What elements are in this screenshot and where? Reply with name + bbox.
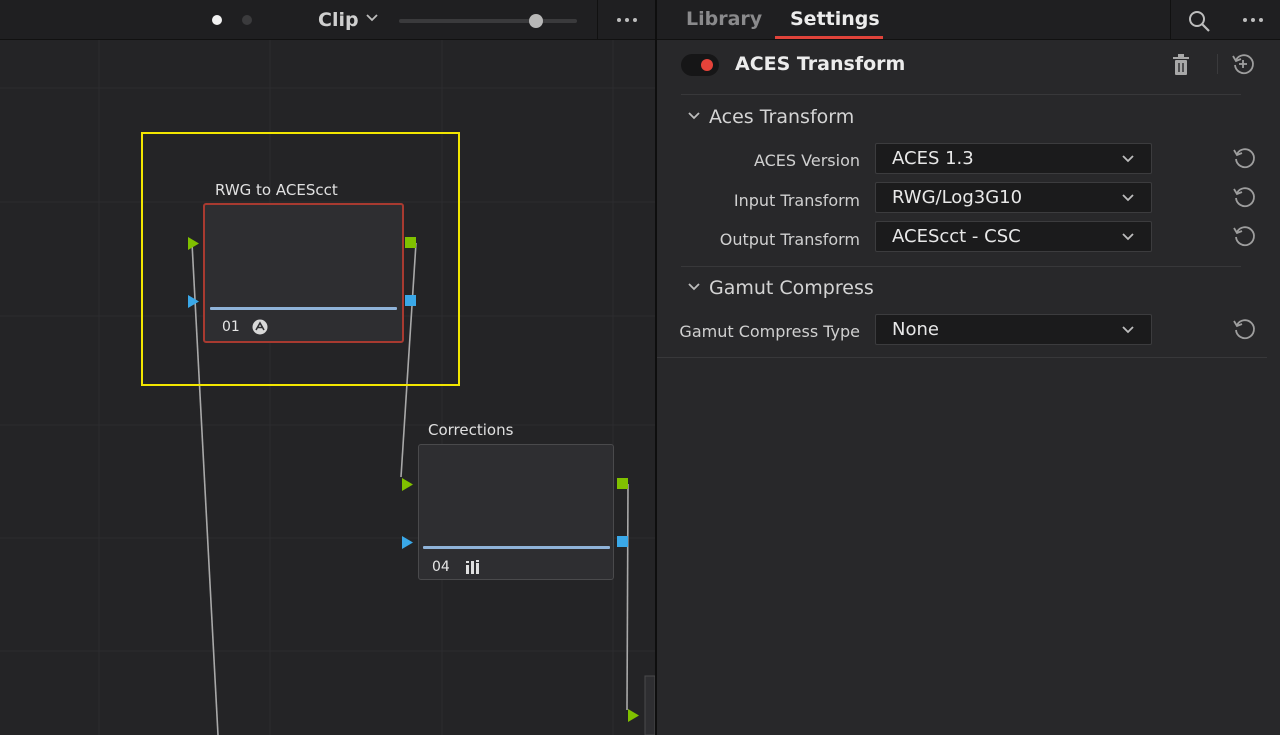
reset-all-icon[interactable] <box>1231 52 1255 76</box>
property-label: ACES Version <box>753 151 860 170</box>
chevron-down-icon <box>1122 155 1134 163</box>
divider <box>1217 54 1218 74</box>
effect-title: ACES Transform <box>735 53 906 75</box>
section-aces-transform[interactable]: Aces Transform <box>687 106 854 128</box>
input-transform-dropdown[interactable]: RWG/Log3G10 <box>875 182 1152 213</box>
section-title: Aces Transform <box>709 106 855 128</box>
more-dots-icon <box>611 11 643 29</box>
clip-mode-label[interactable]: Clip <box>318 9 359 31</box>
key-output-port <box>617 536 628 547</box>
reset-icon[interactable] <box>1232 224 1256 248</box>
reset-icon[interactable] <box>1232 185 1256 209</box>
effect-enable-toggle[interactable] <box>681 54 719 76</box>
node-04[interactable]: 04 <box>418 444 614 580</box>
bars-icon <box>466 560 479 574</box>
aces-logo-icon <box>252 319 268 335</box>
section-gamut-compress[interactable]: Gamut Compress <box>687 277 874 299</box>
rgb-output-port <box>617 478 628 489</box>
page-indicator-inactive[interactable] <box>242 15 252 25</box>
divider <box>1170 0 1171 40</box>
property-label: Output Transform <box>719 230 860 249</box>
dropdown-value: None <box>892 319 939 340</box>
tab-settings[interactable]: Settings <box>790 8 880 30</box>
node-editor[interactable]: Clip RWG to ACEScct 01 Corrections 04 <box>0 0 655 735</box>
gamut-compress-type-dropdown[interactable]: None <box>875 314 1152 345</box>
connection-line <box>626 483 629 711</box>
divider <box>657 357 1267 358</box>
section-title: Gamut Compress <box>709 277 874 299</box>
divider <box>681 94 1241 95</box>
node-number: 04 <box>432 559 450 575</box>
zoom-slider-handle[interactable] <box>529 14 544 28</box>
chevron-down-icon <box>1122 194 1134 202</box>
trash-icon[interactable] <box>1171 54 1191 76</box>
active-tab-indicator <box>775 36 883 39</box>
chevron-down-icon <box>1122 326 1134 334</box>
aces-version-dropdown[interactable]: ACES 1.3 <box>875 143 1152 174</box>
property-label: Input Transform <box>733 191 860 210</box>
node-number: 01 <box>222 319 240 335</box>
page-indicator-active[interactable] <box>212 15 222 25</box>
divider <box>681 266 1241 267</box>
more-dots-icon <box>1237 11 1269 29</box>
toggle-indicator <box>701 59 713 71</box>
dropdown-value: ACES 1.3 <box>892 148 974 169</box>
tab-library[interactable]: Library <box>686 8 762 30</box>
divider <box>597 0 598 40</box>
reset-icon[interactable] <box>1232 317 1256 341</box>
chevron-down-icon <box>688 283 700 291</box>
zoom-slider[interactable] <box>399 14 577 28</box>
node-01[interactable]: 01 <box>203 203 404 343</box>
offscreen-node-edge <box>644 675 655 735</box>
dropdown-value: RWG/Log3G10 <box>892 187 1023 208</box>
inspector-panel: Library Settings ACES Transform Aces Tra… <box>655 0 1280 735</box>
search-icon[interactable] <box>1187 9 1211 33</box>
output-transform-dropdown[interactable]: ACEScct - CSC <box>875 221 1152 252</box>
node-toolbar: Clip <box>0 0 655 40</box>
dropdown-value: ACEScct - CSC <box>892 226 1021 247</box>
node-progress-bar <box>423 546 610 549</box>
chevron-down-icon <box>688 112 700 120</box>
panel-header: Library Settings <box>657 0 1280 40</box>
panel-options-button[interactable] <box>1237 11 1269 29</box>
reset-icon[interactable] <box>1232 146 1256 170</box>
chevron-down-icon[interactable] <box>365 13 379 23</box>
more-options-button[interactable] <box>611 11 643 29</box>
rgb-input-port <box>628 709 639 722</box>
node-label: Corrections <box>428 421 514 439</box>
node-label: RWG to ACEScct <box>215 181 338 199</box>
node-progress-bar <box>210 307 397 310</box>
property-label: Gamut Compress Type <box>679 322 860 341</box>
rgb-input-port <box>402 478 413 491</box>
chevron-down-icon <box>1122 233 1134 241</box>
